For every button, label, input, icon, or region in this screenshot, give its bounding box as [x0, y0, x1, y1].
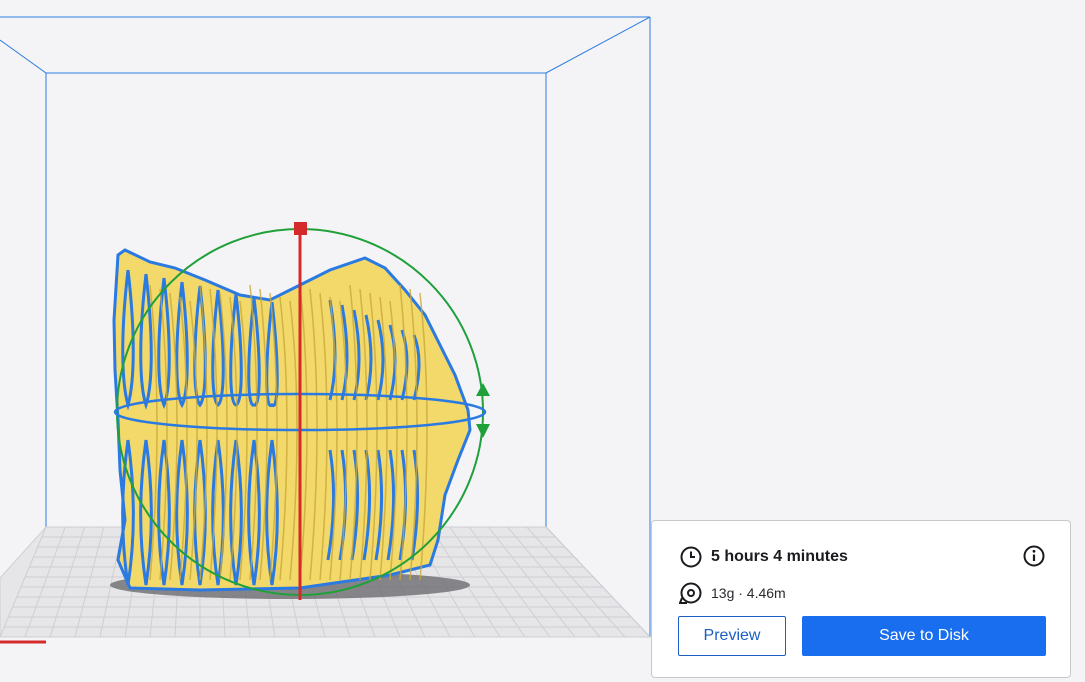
rotate-x-handle	[294, 222, 307, 235]
filament-spool-icon	[679, 581, 703, 605]
info-icon[interactable]	[1022, 544, 1046, 568]
print-summary-panel: 5 hours 4 minutes 13g · 4.46m Preview Sa…	[651, 520, 1071, 678]
print-time-estimate: 5 hours 4 minutes	[711, 548, 848, 565]
save-to-disk-button[interactable]: Save to Disk	[802, 616, 1046, 656]
material-row: 13g · 4.46m	[679, 581, 786, 605]
clock-icon	[679, 545, 703, 569]
material-estimate: 13g · 4.46m	[711, 585, 786, 601]
preview-button[interactable]: Preview	[678, 616, 786, 656]
print-time-row: 5 hours 4 minutes	[679, 545, 848, 569]
